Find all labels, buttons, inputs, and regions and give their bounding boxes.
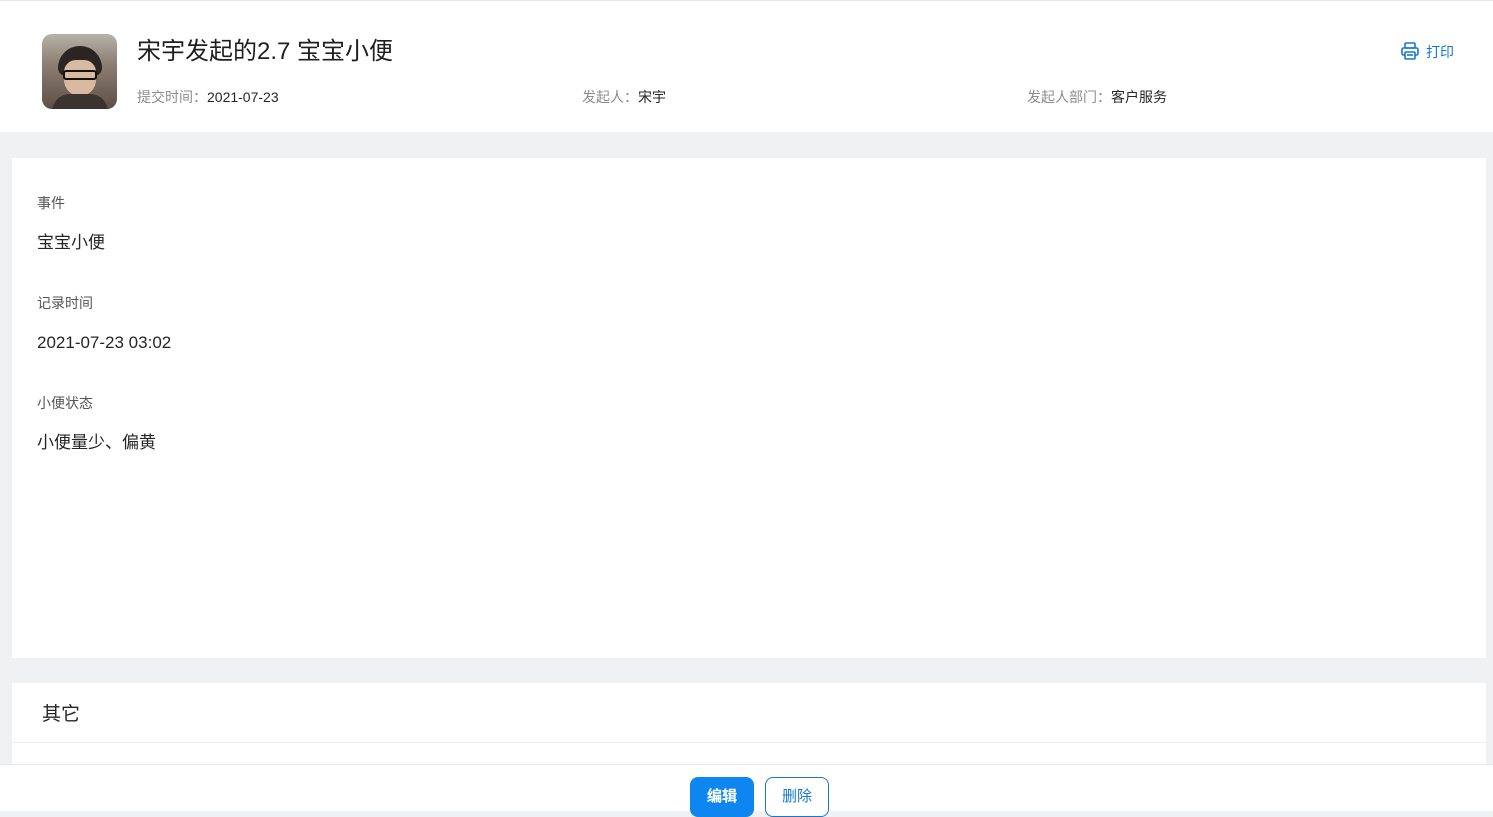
urine-status-label: 小便状态 [37,395,93,411]
record-time-label: 记录时间 [37,295,93,311]
department-label: 发起人部门： [1027,89,1111,105]
record-time-value: 2021-07-23 03:02 [37,333,172,352]
detail-header: 宋宇发起的2.7 宝宝小便 提交时间：2021-07-23 发起人：宋宇 发起人… [0,0,1493,132]
initiator-label: 发起人： [582,89,638,105]
initiator-department: 发起人部门：客户服务 [1027,88,1167,106]
event-label: 事件 [37,195,65,211]
divider [12,742,1486,743]
urine-status-value: 小便量少、偏黄 [37,433,156,452]
action-footer: 编辑 删除 [0,764,1493,817]
other-heading: 其它 [42,704,81,725]
submit-time-label: 提交时间： [137,89,207,105]
initiator-value: 宋宇 [638,89,666,105]
department-value: 客户服务 [1111,89,1167,105]
submit-time-value: 2021-07-23 [207,89,279,105]
page-title: 宋宇发起的2.7 宝宝小便 [137,38,394,65]
print-label: 打印 [1426,44,1454,60]
edit-button[interactable]: 编辑 [690,777,754,817]
delete-button[interactable]: 删除 [765,777,829,817]
print-button[interactable]: 打印 [1400,41,1454,63]
initiator: 发起人：宋宇 [582,88,666,106]
event-value: 宝宝小便 [37,233,105,252]
detail-card: 事件 宝宝小便 记录时间 2021-07-23 03:02 小便状态 小便量少、… [12,158,1486,658]
submit-time: 提交时间：2021-07-23 [137,88,279,106]
avatar [42,34,117,109]
printer-icon [1400,41,1420,64]
